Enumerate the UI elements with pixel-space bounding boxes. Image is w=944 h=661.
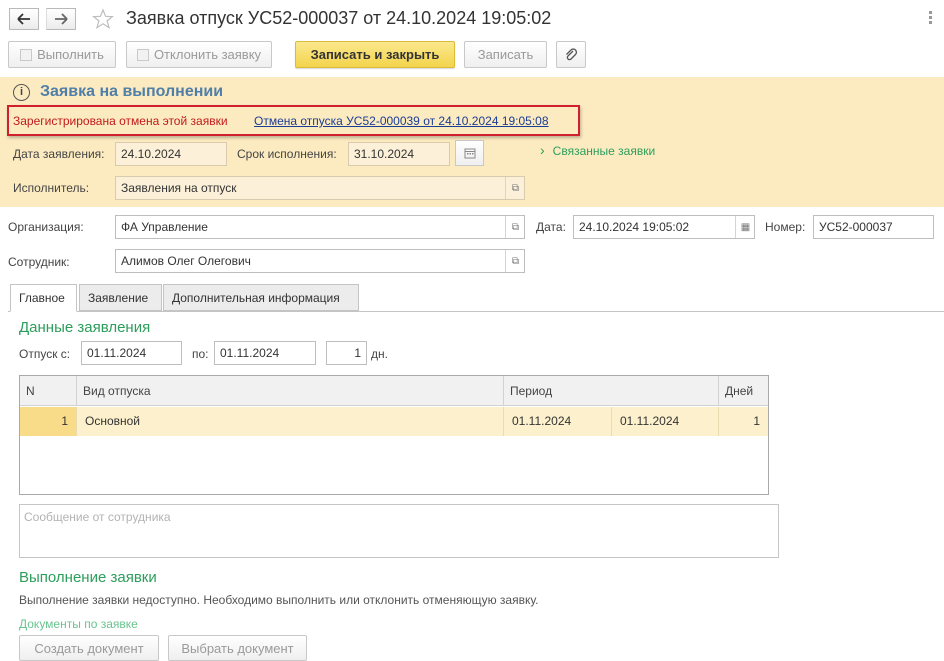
calendar-icon (464, 148, 475, 159)
application-date-field[interactable]: 24.10.2024 (115, 142, 227, 166)
documents-label: Документы по заявке (19, 617, 138, 631)
arrow-left-icon (17, 13, 30, 25)
chevron-right-icon: › (540, 142, 545, 158)
date-field[interactable]: 24.10.2024 19:05:02 ▦ (573, 215, 755, 239)
organization-value: ФА Управление (121, 220, 208, 234)
status-title: Заявка на выполнении (40, 83, 224, 100)
execution-note: Выполнение заявки недоступно. Необходимо… (19, 593, 539, 607)
execute-icon (20, 48, 33, 61)
row-end-cell[interactable]: 01.11.2024 (612, 407, 719, 436)
days-unit-label: дн. (371, 347, 388, 361)
vacation-from-field[interactable]: 01.11.2024 (81, 341, 182, 365)
vacation-to-label: по: (192, 347, 209, 361)
row-start-cell[interactable]: 01.11.2024 (504, 407, 612, 436)
more-menu-icon[interactable] (929, 11, 933, 25)
column-header-n[interactable]: N (20, 376, 77, 406)
back-button[interactable] (9, 8, 39, 30)
due-date-label: Срок исполнения: (237, 147, 337, 161)
cancellation-notice-text: Зарегистрирована отмена этой заявки (13, 114, 228, 128)
create-document-button[interactable]: Создать документ (19, 635, 159, 661)
row-number-cell[interactable]: 1 (20, 407, 77, 436)
column-header-type[interactable]: Вид отпуска (77, 376, 504, 406)
favorite-star-icon[interactable] (92, 8, 114, 30)
page-title: Заявка отпуск УС52-000037 от 24.10.2024 … (126, 8, 552, 28)
reject-label: Отклонить заявку (153, 47, 262, 62)
cancellation-document-link[interactable]: Отмена отпуска УС52-000039 от 24.10.2024… (254, 114, 549, 128)
attach-button[interactable] (556, 41, 586, 68)
organization-field[interactable]: ФА Управление ⧉ (115, 215, 525, 239)
column-header-days[interactable]: Дней (719, 376, 768, 406)
select-document-button[interactable]: Выбрать документ (168, 635, 307, 661)
executor-value: Заявления на отпуск (121, 181, 237, 195)
due-date-calendar-button[interactable] (455, 140, 484, 166)
vacation-from-label: Отпуск с: (19, 347, 71, 361)
vacation-days-field[interactable]: 1 (326, 341, 367, 365)
tab-application[interactable]: Заявление (79, 284, 162, 311)
due-date-field[interactable]: 31.10.2024 (348, 142, 450, 166)
execution-title: Выполнение заявки (19, 569, 157, 586)
paperclip-icon (566, 47, 578, 60)
related-requests-label: Связанные заявки (552, 144, 656, 158)
row-type-cell[interactable]: Основной (77, 407, 504, 436)
employee-message-input[interactable]: Сообщение от сотрудника (19, 504, 779, 558)
executor-open-icon[interactable]: ⧉ (505, 177, 524, 199)
executor-field[interactable]: Заявления на отпуск ⧉ (115, 176, 525, 200)
date-calendar-icon[interactable]: ▦ (735, 216, 754, 238)
organization-label: Организация: (8, 220, 84, 234)
date-value: 24.10.2024 19:05:02 (579, 220, 690, 234)
employee-label: Сотрудник: (8, 255, 70, 269)
employee-field[interactable]: Алимов Олег Олегович ⧉ (115, 249, 525, 273)
tabs-divider (8, 311, 944, 312)
execute-label: Выполнить (37, 47, 104, 62)
organization-open-icon[interactable]: ⧉ (505, 216, 524, 238)
row-days-cell[interactable]: 1 (719, 407, 768, 436)
date-label: Дата: (536, 220, 566, 234)
reject-button[interactable]: Отклонить заявку (126, 41, 272, 68)
tab-additional-info[interactable]: Дополнительная информация (163, 284, 359, 311)
info-icon: i (13, 84, 30, 101)
number-field[interactable]: УС52-000037 (813, 215, 934, 239)
column-header-period[interactable]: Период (504, 376, 719, 406)
save-and-close-button[interactable]: Записать и закрыть (295, 41, 455, 68)
vacation-table[interactable]: N Вид отпуска Период Дней 1 Основной 01.… (19, 375, 769, 495)
employee-open-icon[interactable]: ⧉ (505, 250, 524, 272)
related-requests-toggle[interactable]: › Связанные заявки (540, 142, 655, 158)
arrow-right-icon (55, 13, 68, 25)
save-button[interactable]: Записать (464, 41, 547, 68)
number-label: Номер: (765, 220, 806, 234)
vacation-to-field[interactable]: 01.11.2024 (214, 341, 316, 365)
employee-message-placeholder: Сообщение от сотрудника (24, 510, 171, 524)
reject-icon (136, 48, 149, 61)
execute-button[interactable]: Выполнить (8, 41, 116, 68)
tab-main[interactable]: Главное (10, 284, 77, 312)
application-date-label: Дата заявления: (13, 147, 105, 161)
application-data-title: Данные заявления (19, 319, 151, 336)
employee-value: Алимов Олег Олегович (121, 254, 251, 268)
forward-button[interactable] (46, 8, 76, 30)
executor-label: Исполнитель: (13, 181, 90, 195)
